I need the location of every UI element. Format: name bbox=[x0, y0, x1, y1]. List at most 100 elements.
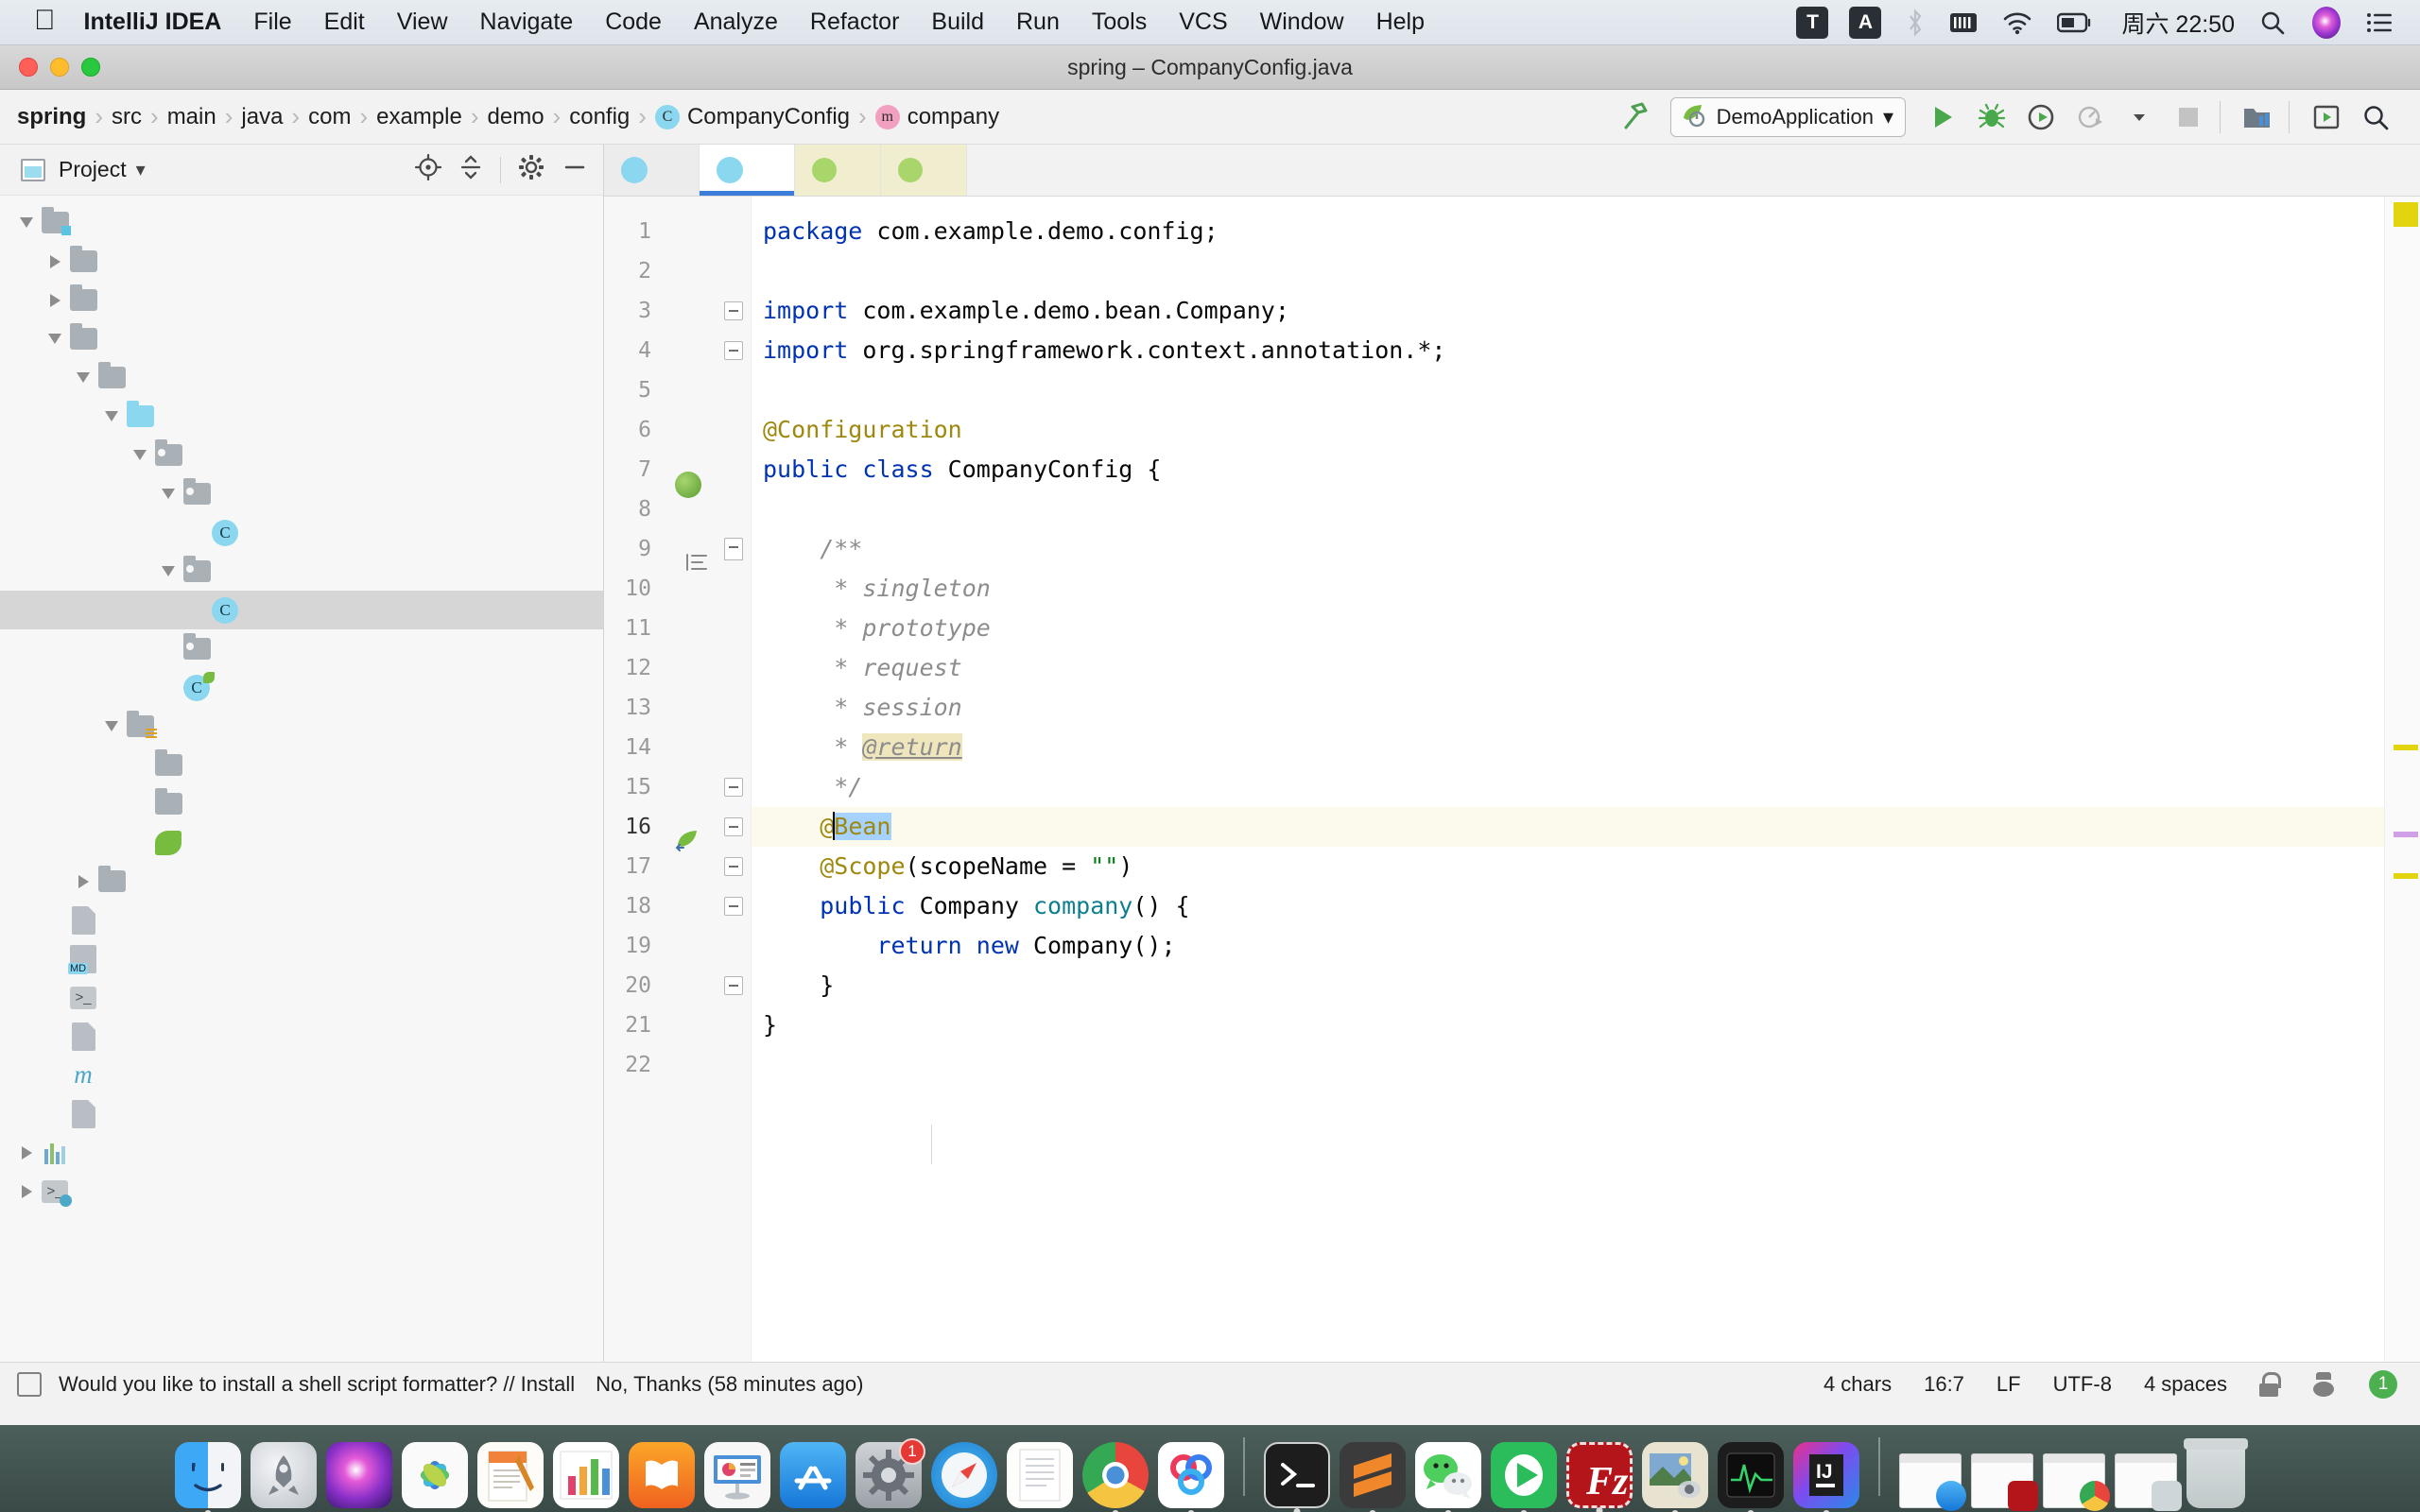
breadcrumb-com[interactable]: com bbox=[308, 104, 351, 130]
filezilla-icon[interactable]: Fz bbox=[1566, 1442, 1633, 1512]
file-encoding[interactable]: UTF-8 bbox=[2053, 1372, 2112, 1397]
caret-position[interactable]: 16:7 bbox=[1924, 1372, 1964, 1397]
code-line[interactable]: import com.example.demo.bean.Company; bbox=[752, 291, 2384, 331]
keynote-icon[interactable] bbox=[704, 1442, 770, 1508]
settings-gear-icon[interactable] bbox=[518, 154, 544, 185]
iina-icon[interactable] bbox=[1491, 1442, 1557, 1512]
breadcrumb-example[interactable]: example bbox=[376, 104, 462, 130]
error-stripe-gutter[interactable] bbox=[2384, 197, 2420, 1362]
tree-item-config[interactable] bbox=[0, 552, 603, 591]
fold-toggle-icon[interactable] bbox=[723, 976, 743, 995]
code-line[interactable]: } bbox=[752, 1005, 2384, 1045]
wechat-icon[interactable] bbox=[1415, 1442, 1481, 1512]
fold-toggle-icon[interactable] bbox=[723, 897, 743, 916]
code-line[interactable] bbox=[752, 1045, 2384, 1085]
code-line[interactable]: } bbox=[752, 966, 2384, 1005]
code-line[interactable]: * @return bbox=[752, 728, 2384, 767]
notification-badge[interactable]: 1 bbox=[2369, 1369, 2397, 1399]
minimized-chrome-window[interactable] bbox=[2043, 1453, 2110, 1511]
project-tree[interactable]: CCC>_m>_ bbox=[0, 196, 603, 1362]
editor-tab-companyconfig[interactable] bbox=[700, 145, 795, 196]
chevron-down-icon[interactable] bbox=[2118, 95, 2161, 139]
inspection-hector-icon[interactable] bbox=[2310, 1371, 2337, 1397]
bluetooth-icon[interactable] bbox=[1906, 8, 1925, 37]
fold-toggle-icon[interactable] bbox=[723, 778, 743, 797]
code-line[interactable]: * prototype bbox=[752, 609, 2384, 648]
updates-icon[interactable] bbox=[2305, 95, 2348, 139]
code-line[interactable]: public Company company() { bbox=[752, 886, 2384, 926]
tree-item-mvn[interactable] bbox=[0, 281, 603, 319]
expand-arrow-icon[interactable] bbox=[100, 405, 123, 428]
tree-item-templates[interactable] bbox=[0, 784, 603, 823]
menubar-app-name[interactable]: IntelliJ IDEA bbox=[84, 9, 222, 36]
code-line[interactable]: * request bbox=[752, 648, 2384, 688]
code-line[interactable]: public class CompanyConfig { bbox=[752, 450, 2384, 490]
code-line[interactable]: return new Company(); bbox=[752, 926, 2384, 966]
breadcrumb-java[interactable]: java bbox=[241, 104, 283, 130]
code-lines[interactable]: package com.example.demo.config; import c… bbox=[752, 197, 2384, 1362]
fold-toggle-icon[interactable] bbox=[723, 857, 743, 876]
menu-edit[interactable]: Edit bbox=[324, 9, 365, 36]
preview-icon[interactable] bbox=[1642, 1442, 1708, 1512]
expand-arrow-icon[interactable] bbox=[129, 444, 151, 467]
intellij-idea-icon[interactable]: IJ bbox=[1793, 1442, 1859, 1512]
indent-setting[interactable]: 4 spaces bbox=[2144, 1372, 2227, 1397]
search-everywhere-icon[interactable] bbox=[2354, 95, 2397, 139]
tree-item-main[interactable] bbox=[0, 358, 603, 397]
tree-item-static[interactable] bbox=[0, 746, 603, 784]
tree-item-src[interactable] bbox=[0, 319, 603, 358]
stripe-marker-warning[interactable] bbox=[2394, 202, 2418, 227]
stripe-marker-warning[interactable] bbox=[2394, 873, 2418, 879]
run-with-coverage-icon[interactable] bbox=[2019, 95, 2063, 139]
launchpad-icon[interactable] bbox=[251, 1442, 317, 1508]
stripe-marker-occurrence[interactable] bbox=[2394, 832, 2418, 837]
code-line[interactable]: package com.example.demo.config; bbox=[752, 212, 2384, 251]
menu-run[interactable]: Run bbox=[1016, 9, 1060, 36]
spring-bean-gutter-icon[interactable] bbox=[674, 827, 702, 858]
expand-arrow-icon[interactable] bbox=[100, 715, 123, 738]
textedit-icon[interactable] bbox=[1007, 1442, 1073, 1508]
stop-icon[interactable] bbox=[2167, 95, 2210, 139]
vpn-icon[interactable] bbox=[1949, 10, 1978, 35]
expand-arrow-icon[interactable] bbox=[72, 870, 95, 893]
spotlight-search-icon[interactable] bbox=[2259, 9, 2286, 36]
finder-icon[interactable] bbox=[175, 1442, 241, 1512]
menu-vcs[interactable]: VCS bbox=[1179, 9, 1227, 36]
debug-icon[interactable] bbox=[1970, 95, 2014, 139]
fold-toggle-icon[interactable] bbox=[723, 817, 743, 836]
books-icon[interactable] bbox=[629, 1442, 695, 1508]
tree-item-mvnw[interactable]: >_ bbox=[0, 978, 603, 1017]
breadcrumb-src[interactable]: src bbox=[112, 104, 142, 130]
input-source-icon[interactable]: A bbox=[1849, 6, 1882, 39]
menu-window[interactable]: Window bbox=[1260, 9, 1344, 36]
minimized-filezilla-window[interactable] bbox=[1971, 1453, 2038, 1511]
chevron-down-icon[interactable]: ▾ bbox=[136, 158, 146, 181]
expand-arrow-icon[interactable] bbox=[157, 560, 180, 583]
code-line[interactable]: @Scope(scopeName = "") bbox=[752, 847, 2384, 886]
expand-arrow-icon[interactable] bbox=[15, 212, 38, 234]
breadcrumb-spring[interactable]: spring bbox=[17, 104, 86, 130]
tree-item-demoapplication[interactable]: C bbox=[0, 668, 603, 707]
tree-item-com-example-demo[interactable] bbox=[0, 436, 603, 474]
expand-arrow-icon[interactable] bbox=[43, 328, 66, 351]
fold-toggle-icon[interactable] bbox=[723, 301, 743, 320]
tree-item-application-properties[interactable] bbox=[0, 823, 603, 862]
tree-item-external-libraries[interactable] bbox=[0, 1133, 603, 1172]
tree-item-spring[interactable] bbox=[0, 203, 603, 242]
tree-item-bean[interactable] bbox=[0, 474, 603, 513]
tree-item-scratches-and-consoles[interactable]: >_ bbox=[0, 1172, 603, 1211]
safari-icon[interactable] bbox=[931, 1442, 997, 1508]
tree-item-spring-iml[interactable] bbox=[0, 1094, 603, 1133]
run-icon[interactable] bbox=[1921, 95, 1964, 139]
sublime-text-icon[interactable] bbox=[1340, 1442, 1406, 1512]
editor-tab-company[interactable] bbox=[604, 145, 700, 196]
tree-item-idea[interactable] bbox=[0, 242, 603, 281]
editor-tab-conditional[interactable] bbox=[795, 145, 881, 196]
fold-toggle-icon[interactable] bbox=[723, 538, 743, 560]
tree-item-mvnw-cmd[interactable] bbox=[0, 1017, 603, 1056]
tree-item-gitignore[interactable] bbox=[0, 901, 603, 939]
minimized-preview-window[interactable] bbox=[2115, 1453, 2182, 1511]
code-line[interactable]: * session bbox=[752, 688, 2384, 728]
run-configuration-selector[interactable]: DemoApplication ▾ bbox=[1669, 96, 1906, 137]
editor-tab-bean[interactable] bbox=[881, 145, 967, 196]
